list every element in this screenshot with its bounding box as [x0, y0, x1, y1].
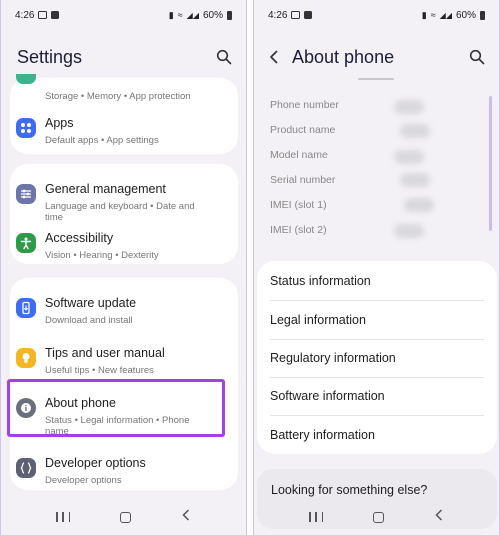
back-icon[interactable]: [434, 508, 444, 526]
item-subtitle: Default apps • App settings: [45, 135, 159, 146]
gallery-notification-icon: [38, 11, 48, 19]
menu-status-information[interactable]: Status information: [270, 262, 484, 300]
home-icon[interactable]: [120, 511, 131, 523]
item-title: Tips and user manual: [45, 346, 165, 360]
blurred-value: [404, 198, 434, 212]
settings-card: Storage • Memory • App protection Apps D…: [10, 74, 238, 154]
signal-icon: ◢◢: [186, 10, 199, 20]
developer-braces-icon: [16, 458, 36, 478]
settings-item-general-management[interactable]: General management Language and keyboard…: [10, 170, 238, 223]
back-icon[interactable]: [181, 508, 191, 526]
signal-icon: ◢◢: [439, 10, 452, 20]
menu-software-information[interactable]: Software information: [270, 377, 484, 415]
about-phone-highlight: [7, 379, 225, 437]
item-title: Accessibility: [45, 231, 114, 245]
item-title: Developer options: [45, 456, 146, 470]
blurred-value: [400, 124, 430, 138]
item-title: General management: [45, 182, 166, 196]
photo-notification-icon: [304, 11, 313, 19]
apps-icon: [16, 118, 36, 138]
blurred-value: [400, 173, 430, 187]
settings-card: General management Language and keyboard…: [10, 164, 238, 264]
wifi-icon: ≈: [430, 10, 436, 20]
software-update-icon: [16, 298, 36, 318]
vibrate-icon: ▮: [421, 9, 427, 20]
menu-regulatory-information[interactable]: Regulatory information: [270, 339, 484, 377]
clock: 4:26: [15, 9, 35, 21]
looking-for-something-else: Looking for something else?: [271, 483, 428, 497]
item-title: Software update: [45, 296, 137, 310]
lightbulb-icon: [16, 348, 36, 368]
menu-battery-information[interactable]: Battery information: [270, 416, 484, 454]
about-phone-screen: 4:26 ▮ ≈ ◢◢ 60% About phone Phone number…: [253, 0, 500, 535]
scroll-indicator: [358, 78, 394, 80]
device-care-icon: [16, 74, 36, 84]
settings-item-apps[interactable]: Apps Default apps • App settings: [10, 104, 238, 154]
item-subtitle: Developer options: [45, 475, 122, 486]
info-label-serial-number: Serial number: [270, 174, 336, 186]
about-menu-card: Status information Legal information Reg…: [257, 261, 497, 454]
menu-legal-information[interactable]: Legal information: [270, 301, 484, 339]
item-subtitle: Storage • Memory • App protection: [45, 91, 191, 102]
info-label-model-name: Model name: [270, 149, 328, 161]
settings-item-accessibility[interactable]: Accessibility Vision • Hearing • Dexteri…: [10, 219, 238, 269]
navigation-bar: [254, 499, 499, 535]
info-label-phone-number: Phone number: [270, 99, 339, 111]
home-icon[interactable]: [373, 511, 384, 523]
battery-icon: [480, 10, 485, 20]
settings-item-storage[interactable]: Storage • Memory • App protection: [10, 60, 238, 110]
page-title: About phone: [292, 46, 395, 67]
navigation-bar: [1, 499, 246, 535]
battery-percentage: 60%: [202, 9, 223, 21]
clock: 4:26: [268, 9, 288, 21]
accessibility-icon: [16, 233, 36, 253]
photo-notification-icon: [51, 11, 60, 19]
vibrate-icon: ▮: [168, 9, 174, 20]
item-subtitle: Download and install: [45, 315, 133, 326]
recents-icon[interactable]: [56, 512, 70, 522]
gallery-notification-icon: [291, 11, 301, 19]
status-bar: 4:26 ▮ ≈ ◢◢ 60%: [254, 0, 499, 30]
settings-item-developer-options[interactable]: Developer options Developer options: [10, 444, 238, 494]
wifi-icon: ≈: [177, 10, 183, 20]
back-arrow-icon[interactable]: [266, 49, 282, 65]
blurred-value: [394, 100, 424, 114]
item-subtitle: Vision • Hearing • Dexterity: [45, 250, 159, 261]
status-bar: 4:26 ▮ ≈ ◢◢ 60%: [1, 0, 246, 30]
item-subtitle: Useful tips • New features: [45, 365, 154, 376]
info-label-product-name: Product name: [270, 124, 336, 136]
battery-percentage: 60%: [455, 9, 476, 21]
scrollbar[interactable]: [489, 96, 492, 231]
item-title: Apps: [45, 116, 74, 130]
recents-icon[interactable]: [309, 512, 323, 522]
blurred-value: [394, 224, 424, 238]
battery-icon: [227, 10, 232, 20]
sliders-icon: [16, 184, 36, 204]
settings-item-tips[interactable]: Tips and user manual Useful tips • New f…: [10, 334, 238, 384]
settings-item-software-update[interactable]: Software update Download and install: [10, 284, 238, 334]
search-icon[interactable]: [469, 49, 485, 65]
info-label-imei-2: IMEI (slot 2): [270, 224, 327, 236]
info-label-imei-1: IMEI (slot 1): [270, 199, 327, 211]
blurred-value: [394, 150, 424, 164]
settings-screen: 4:26 ▮ ≈ ◢◢ 60% Settings Storage • Memor…: [0, 0, 247, 535]
